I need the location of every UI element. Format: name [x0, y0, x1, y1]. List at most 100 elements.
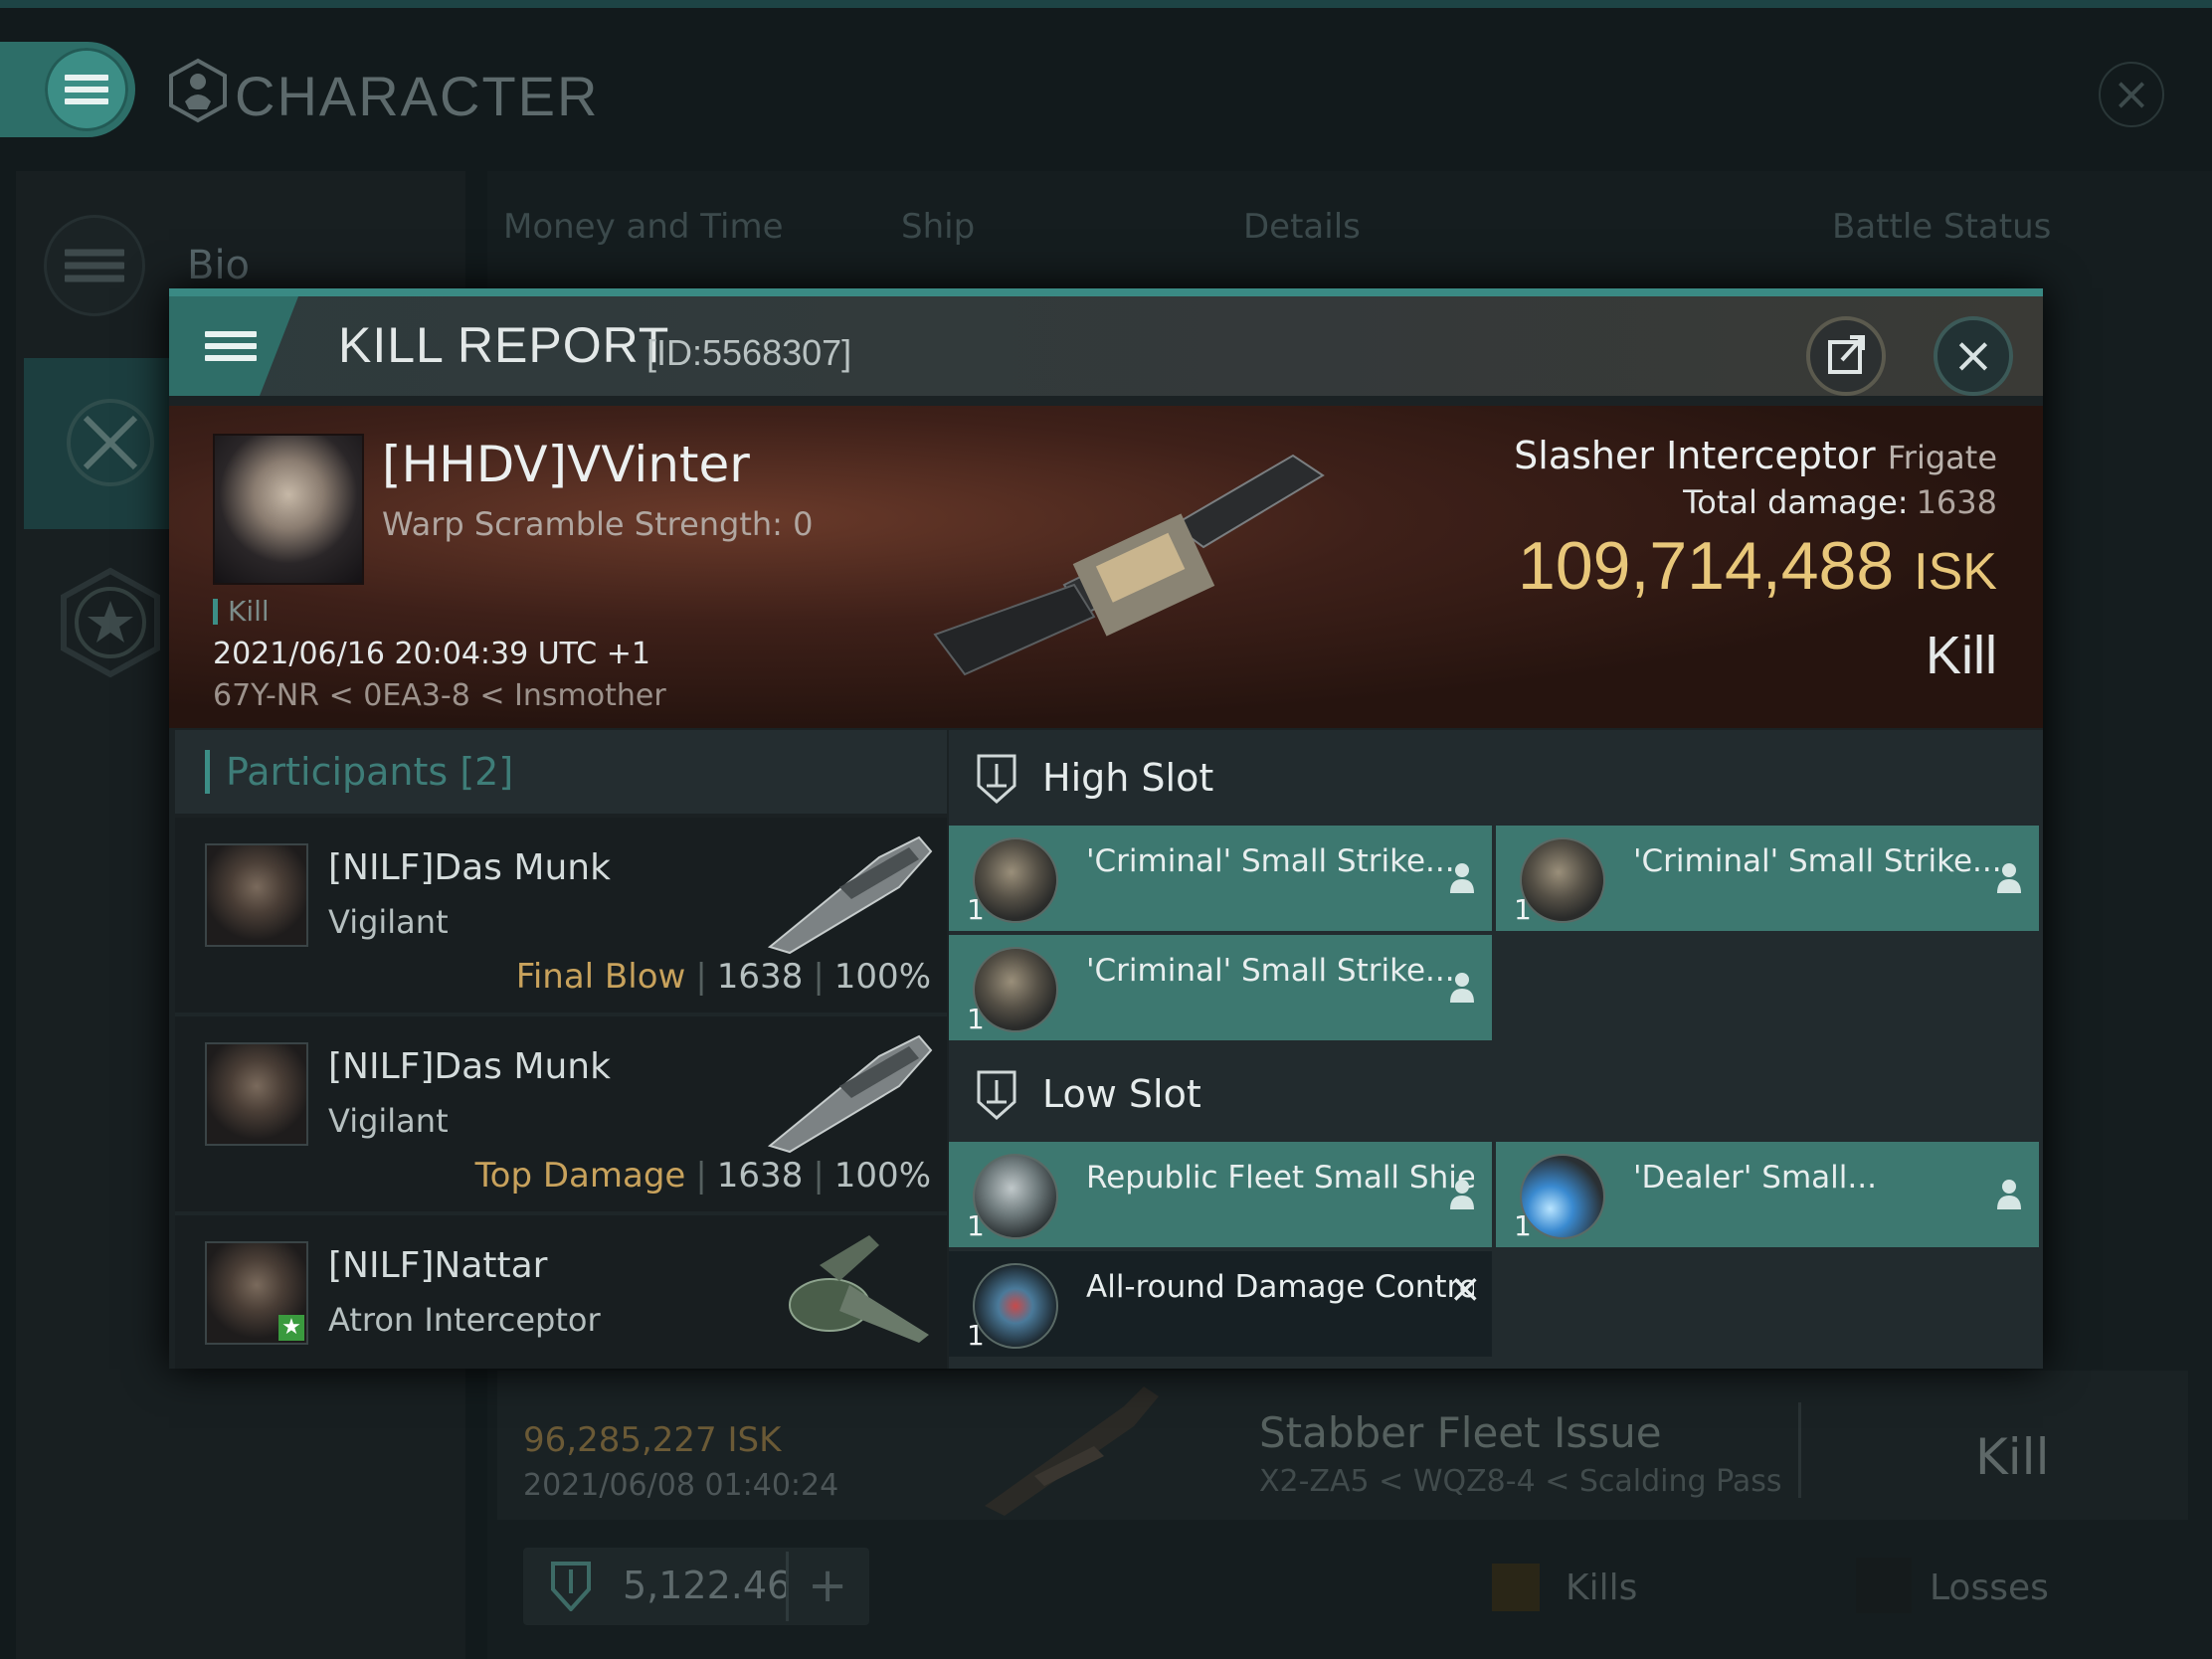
low-slot-icon	[977, 1070, 1016, 1120]
row-ship-image	[985, 1386, 1159, 1516]
participants-title: Participants [2]	[205, 750, 513, 794]
thruster-module-icon	[1520, 1154, 1605, 1239]
participant-ship-image	[789, 1235, 929, 1343]
row-date: 2021/06/08 01:40:24	[523, 1468, 839, 1503]
ship-summary: Slasher Interceptor Frigate Total damage…	[1514, 434, 1997, 686]
losses-label: Losses	[1930, 1567, 2049, 1608]
kill-report-id: [ID:5568307]	[646, 332, 852, 373]
total-damage-value: 1638	[1916, 483, 1997, 521]
kill-location: 67Y-NR < 0EA3-8 < Insmother	[213, 678, 666, 713]
fitting-qty: 1	[1514, 893, 1532, 926]
victim-portrait[interactable]	[213, 434, 364, 585]
participant-row[interactable]: [NILF]Das Munk Vigilant Final Blow | 1638 |…	[175, 818, 947, 1016]
participant-damage: 1638	[716, 1156, 804, 1196]
row-ship-name: Stabber Fleet Issue	[1259, 1408, 1662, 1457]
window-title: CHARACTER	[235, 65, 600, 127]
window-close-button[interactable]: ×	[2099, 62, 2164, 127]
participant-row[interactable]: [NILF]Das Munk Vigilant Top Damage | 1638 |…	[175, 1016, 947, 1215]
tab-battle-status[interactable]: Battle Status	[1832, 207, 2051, 247]
fitting-item[interactable]: 1 All-round Damage Control ×	[949, 1251, 1492, 1357]
fitting-name: 'Criminal' Small Strike...	[1086, 843, 1455, 879]
kill-report-dialog: KILL REPORT [ID:5568307] × [HHDV]VVinter…	[169, 288, 2043, 1369]
sidebar-item-bio[interactable]: Bio	[187, 243, 250, 288]
participant-percent: 100%	[833, 957, 931, 997]
low-slot-header: Low Slot	[949, 1046, 2043, 1142]
dialog-close-button[interactable]: ×	[1934, 316, 2013, 396]
warp-scramble-strength: Warp Scramble Strength: 0	[382, 505, 814, 543]
isk-value: 109,714,488	[1518, 528, 1895, 604]
participant-stats: Final Blow | 1638 | 100%	[515, 957, 931, 997]
participant-ship: Vigilant	[328, 1102, 449, 1140]
kill-result: Kill	[1925, 626, 1997, 685]
ship-name-line: Slasher Interceptor Frigate	[1514, 434, 1997, 477]
bio-menu-icon[interactable]	[44, 215, 145, 316]
fitting-name: 'Dealer' Small...	[1633, 1160, 1877, 1196]
participant-ship-image	[767, 835, 933, 955]
medal-star-icon[interactable]	[58, 567, 163, 678]
participant-portrait[interactable]	[205, 843, 308, 947]
participant-row[interactable]: ★ [NILF]Nattar Atron Interceptor	[175, 1215, 947, 1369]
dialog-title: KILL REPORT	[338, 317, 670, 373]
losses-toggle-checkbox[interactable]	[1856, 1558, 1912, 1613]
ship-name[interactable]: Slasher Interceptor	[1514, 434, 1875, 477]
victim-ship-image	[933, 454, 1325, 676]
damage-control-icon	[973, 1263, 1058, 1349]
dialog-accent-line	[169, 288, 2043, 296]
participant-damage: 1638	[716, 957, 804, 997]
crossed-swords-icon	[67, 399, 154, 486]
wallet-balance: 5,122.46	[623, 1564, 792, 1607]
participant-portrait[interactable]	[205, 1042, 308, 1146]
participant-ship: Vigilant	[328, 903, 449, 941]
row-result: Kill	[1975, 1428, 2050, 1486]
share-button[interactable]	[1806, 316, 1886, 396]
high-slot-title: High Slot	[1042, 756, 1214, 800]
participant-name[interactable]: [NILF]Das Munk	[328, 1046, 611, 1087]
isk-unit: ISK	[1914, 543, 1997, 601]
fitting-item[interactable]: 1 Republic Fleet Small Shield...	[949, 1142, 1492, 1247]
hamburger-icon	[65, 69, 108, 110]
fitting-item[interactable]: 1 'Dealer' Small...	[1496, 1142, 2039, 1247]
participant-name[interactable]: [NILF]Nattar	[328, 1245, 547, 1286]
main-menu-button[interactable]	[0, 42, 135, 137]
fitting-item[interactable]: 1 'Criminal' Small Strike...	[949, 826, 1492, 931]
fitting-item[interactable]: 1 'Criminal' Small Strike...	[1496, 826, 2039, 931]
total-damage-line: Total damage: 1638	[1514, 483, 1997, 521]
fitting-qty: 1	[967, 1003, 985, 1035]
kills-label: Kills	[1566, 1567, 1638, 1608]
character-icon	[169, 58, 227, 123]
participant-name[interactable]: [NILF]Das Munk	[328, 847, 611, 888]
tab-ship[interactable]: Ship	[901, 207, 975, 247]
row-divider	[1798, 1402, 1801, 1498]
row-route: X2-ZA5 < WQZ8-4 < Scalding Pass	[1259, 1464, 1782, 1499]
tab-details[interactable]: Details	[1243, 207, 1361, 247]
kills-toggle-checkbox[interactable]	[1492, 1564, 1540, 1611]
dropped-person-icon	[1450, 973, 1474, 1003]
fitting-qty: 1	[967, 1319, 985, 1352]
final-blow-tag: Final Blow	[515, 957, 686, 997]
victim-banner: [HHDV]VVinter Warp Scramble Strength: 0 …	[169, 406, 2043, 728]
low-slot-title: Low Slot	[1042, 1072, 1201, 1116]
blaster-turret-icon	[973, 947, 1058, 1032]
fitting-item[interactable]: 1 'Criminal' Small Strike...	[949, 935, 1492, 1040]
fitting-qty: 1	[967, 893, 985, 926]
participants-header: Participants [2]	[175, 730, 947, 814]
kill-timestamp: 2021/06/16 20:04:39 UTC +1	[213, 637, 650, 671]
tab-money-and-time[interactable]: Money and Time	[503, 207, 784, 247]
participant-portrait[interactable]: ★	[205, 1241, 308, 1345]
fitting-name: 'Criminal' Small Strike...	[1086, 953, 1455, 989]
fitting-name: 'Criminal' Small Strike...	[1633, 843, 2002, 879]
fitting-qty: 1	[1514, 1209, 1532, 1242]
participants-count: [2]	[460, 750, 514, 794]
participant-percent: 100%	[833, 1156, 931, 1196]
blaster-turret-icon	[973, 837, 1058, 923]
participant-stats: Top Damage | 1638 | 100%	[474, 1156, 931, 1196]
fitting-qty: 1	[967, 1209, 985, 1242]
external-link-icon	[1828, 335, 1865, 374]
victim-name[interactable]: [HHDV]VVinter	[382, 436, 750, 493]
shield-module-icon	[973, 1154, 1058, 1239]
dropped-person-icon	[1450, 1180, 1474, 1209]
participant-ship: Atron Interceptor	[328, 1301, 601, 1339]
participant-ship-image	[767, 1034, 933, 1154]
add-funds-button[interactable]: +	[808, 1558, 847, 1613]
top-damage-tag: Top Damage	[474, 1156, 686, 1196]
